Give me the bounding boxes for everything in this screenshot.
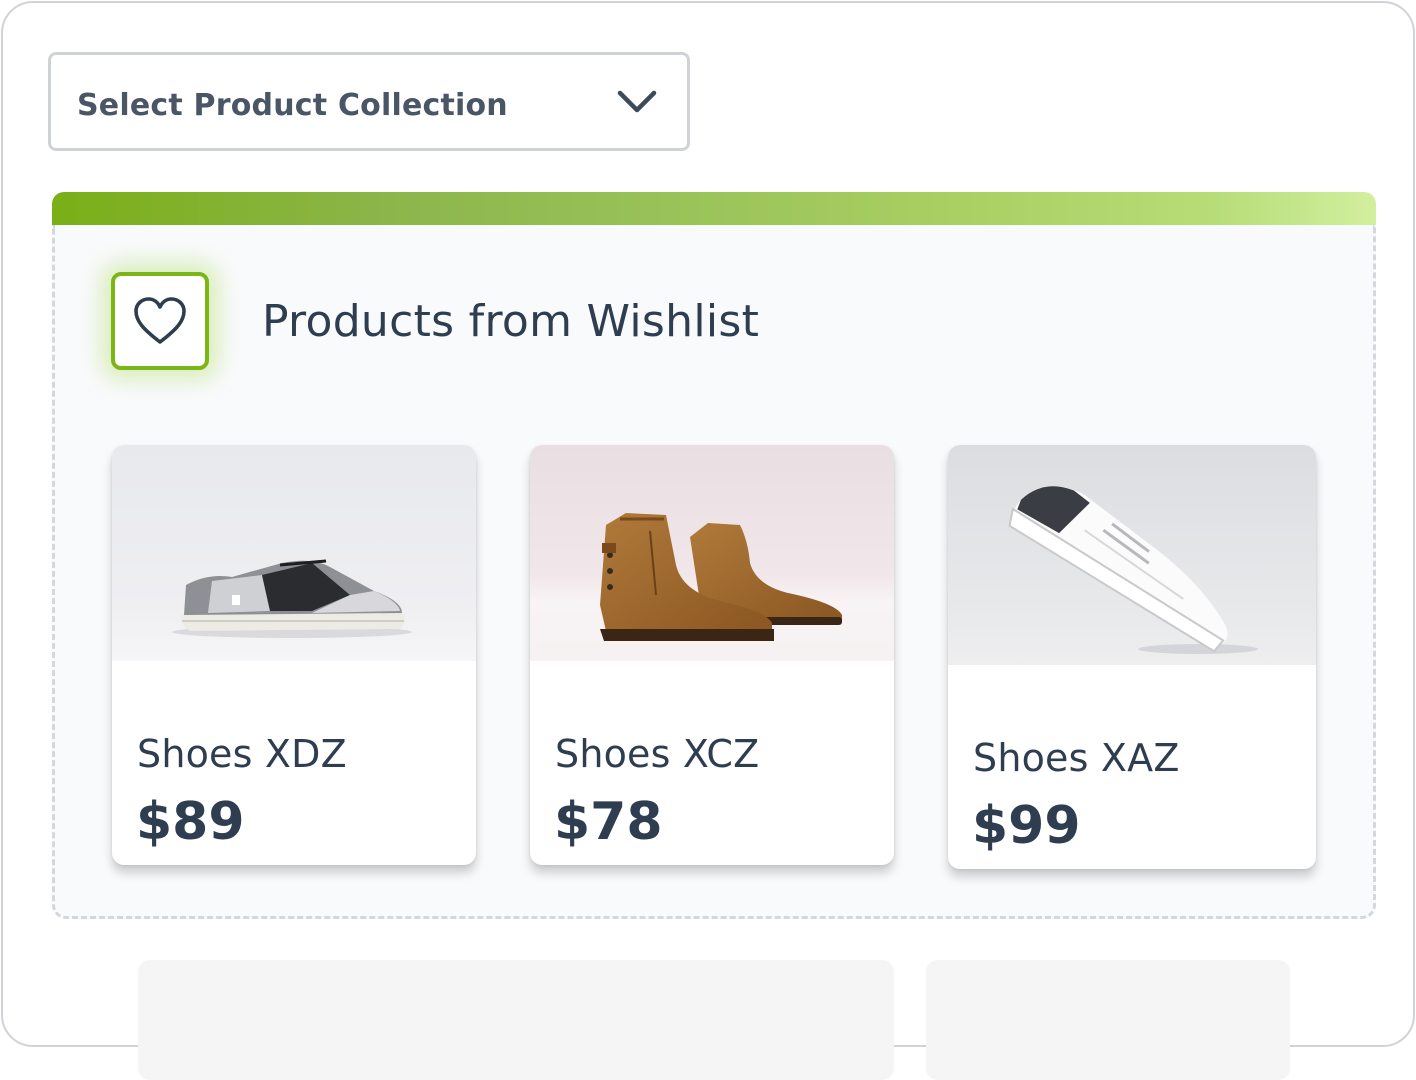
product-image bbox=[112, 445, 476, 661]
content-placeholder bbox=[926, 960, 1290, 1080]
chevron-down-icon bbox=[617, 90, 657, 113]
heart-icon bbox=[134, 297, 186, 344]
product-image bbox=[530, 445, 894, 661]
wishlist-icon-box[interactable] bbox=[111, 272, 209, 370]
product-card[interactable]: Shoes XDZ $89 bbox=[112, 445, 476, 865]
product-card[interactable]: Shoes XCZ $78 bbox=[530, 445, 894, 865]
product-card[interactable]: Shoes XAZ $99 bbox=[948, 445, 1316, 869]
section-title: Products from Wishlist bbox=[262, 296, 760, 347]
select-label: Select Product Collection bbox=[77, 88, 508, 123]
product-name: Shoes XAZ bbox=[973, 736, 1180, 780]
panel-accent-bar bbox=[52, 192, 1376, 225]
content-placeholder bbox=[138, 960, 894, 1080]
product-price: $89 bbox=[136, 792, 245, 852]
product-image bbox=[948, 445, 1316, 665]
product-name: Shoes XCZ bbox=[555, 732, 760, 776]
product-price: $99 bbox=[972, 796, 1081, 856]
product-name: Shoes XDZ bbox=[137, 732, 347, 776]
product-price: $78 bbox=[554, 792, 663, 852]
product-collection-select[interactable]: Select Product Collection bbox=[48, 52, 690, 151]
